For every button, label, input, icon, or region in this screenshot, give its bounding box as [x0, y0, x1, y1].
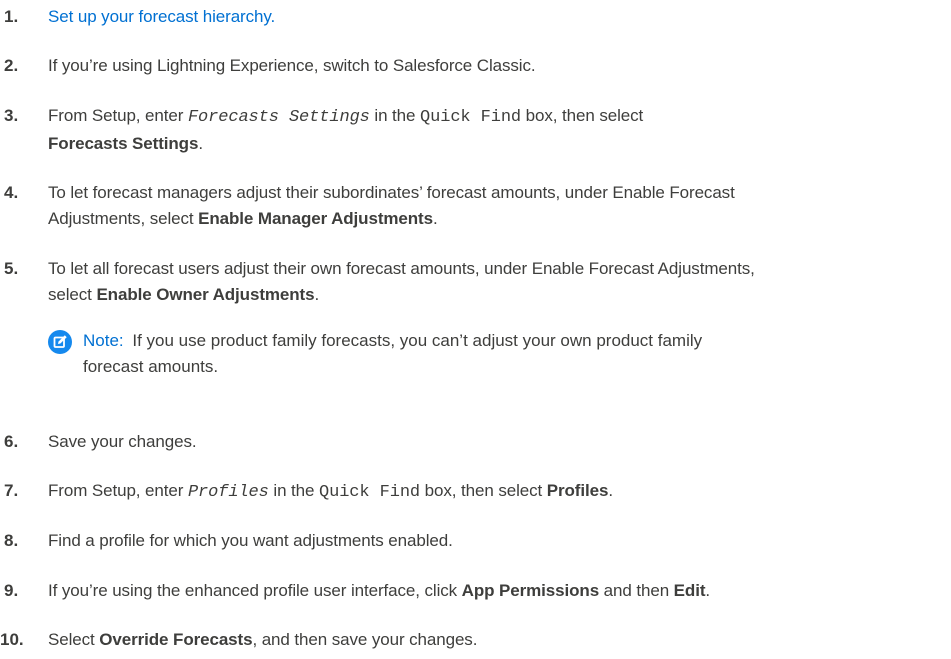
- ui-label-bold: Profiles: [546, 481, 609, 500]
- step-3: 3. From Setup, enter Forecasts Settings …: [0, 103, 920, 157]
- step-number: 3.: [4, 106, 19, 125]
- ui-label-bold: Enable Owner Adjustments: [96, 285, 315, 304]
- ui-label-bold: Forecasts Settings: [48, 134, 199, 153]
- step-5: 5. To let all forecast users adjust thei…: [0, 256, 920, 308]
- step-text: and then: [599, 581, 674, 600]
- step-text: Adjustments, select: [48, 209, 199, 228]
- step-number: 5.: [4, 259, 19, 278]
- forecast-hierarchy-link[interactable]: Set up your forecast hierarchy.: [48, 7, 275, 26]
- step-number: 6.: [4, 432, 19, 451]
- step-text: in the: [268, 481, 319, 500]
- ui-label-bold: Enable Manager Adjustments: [198, 209, 433, 228]
- step-text: box, then select: [521, 106, 644, 125]
- step-text: .: [198, 134, 203, 153]
- step-text: To let all forecast users adjust their o…: [48, 259, 755, 278]
- step-text: .: [705, 581, 711, 600]
- note-label: Note:: [83, 331, 124, 350]
- step-text: box, then select: [420, 481, 547, 500]
- step-text: Find a profile for which you want adjust…: [48, 531, 453, 550]
- step-text: To let forecast managers adjust their su…: [48, 183, 735, 202]
- ui-label-bold: Edit: [673, 581, 706, 600]
- step-2: 2. If you’re using Lightning Experience,…: [0, 53, 920, 79]
- step-9: 9. If you’re using the enhanced profile …: [0, 578, 920, 604]
- step-text: .: [432, 209, 438, 228]
- note-text: If you use product family forecasts, you…: [132, 331, 703, 350]
- quick-find-code: Quick Find: [319, 483, 421, 502]
- step-number: 8.: [4, 531, 19, 550]
- step-text: , and then save your changes.: [252, 630, 478, 649]
- edit-note-icon: [48, 330, 72, 354]
- step-text: If you’re using the enhanced profile use…: [48, 581, 462, 600]
- step-number: 2.: [4, 56, 19, 75]
- step-text: If you’re using Lightning Experience, sw…: [48, 56, 536, 75]
- step-text: Select: [48, 630, 100, 649]
- step-text: .: [608, 481, 613, 500]
- step-10: 10. Select Override Forecasts, and then …: [0, 627, 920, 653]
- step-text: select: [48, 285, 97, 304]
- instructions-document: 1. Set up your forecast hierarchy. 2. If…: [0, 0, 951, 659]
- quick-find-code: Quick Find: [420, 108, 522, 127]
- step-text: .: [314, 285, 320, 304]
- step-number: 9.: [4, 581, 19, 600]
- step-text: in the: [369, 106, 421, 125]
- step-4: 4. To let forecast managers adjust their…: [0, 180, 920, 232]
- step-text: Save your changes.: [48, 432, 197, 451]
- step-number: 10.: [0, 630, 24, 649]
- step-text: From Setup, enter: [48, 106, 188, 125]
- ui-label-bold: App Permissions: [461, 581, 600, 600]
- step-text: From Setup, enter: [48, 481, 188, 500]
- setting-code: Profiles: [187, 483, 269, 502]
- step-8: 8. Find a profile for which you want adj…: [0, 528, 920, 554]
- note-text: forecast amounts.: [83, 357, 219, 376]
- step-6: 6. Save your changes.: [0, 429, 920, 455]
- step-number: 1.: [4, 7, 19, 26]
- setting-code: Forecasts Settings: [187, 108, 370, 127]
- step-number: 4.: [4, 183, 19, 202]
- note-callout: Note: If you use product family forecast…: [48, 328, 908, 380]
- step-7: 7. From Setup, enter Profiles in the Qui…: [0, 478, 920, 506]
- step-number: 7.: [4, 481, 19, 500]
- ui-label-bold: Override Forecasts: [99, 630, 253, 649]
- step-1: 1. Set up your forecast hierarchy.: [0, 4, 920, 30]
